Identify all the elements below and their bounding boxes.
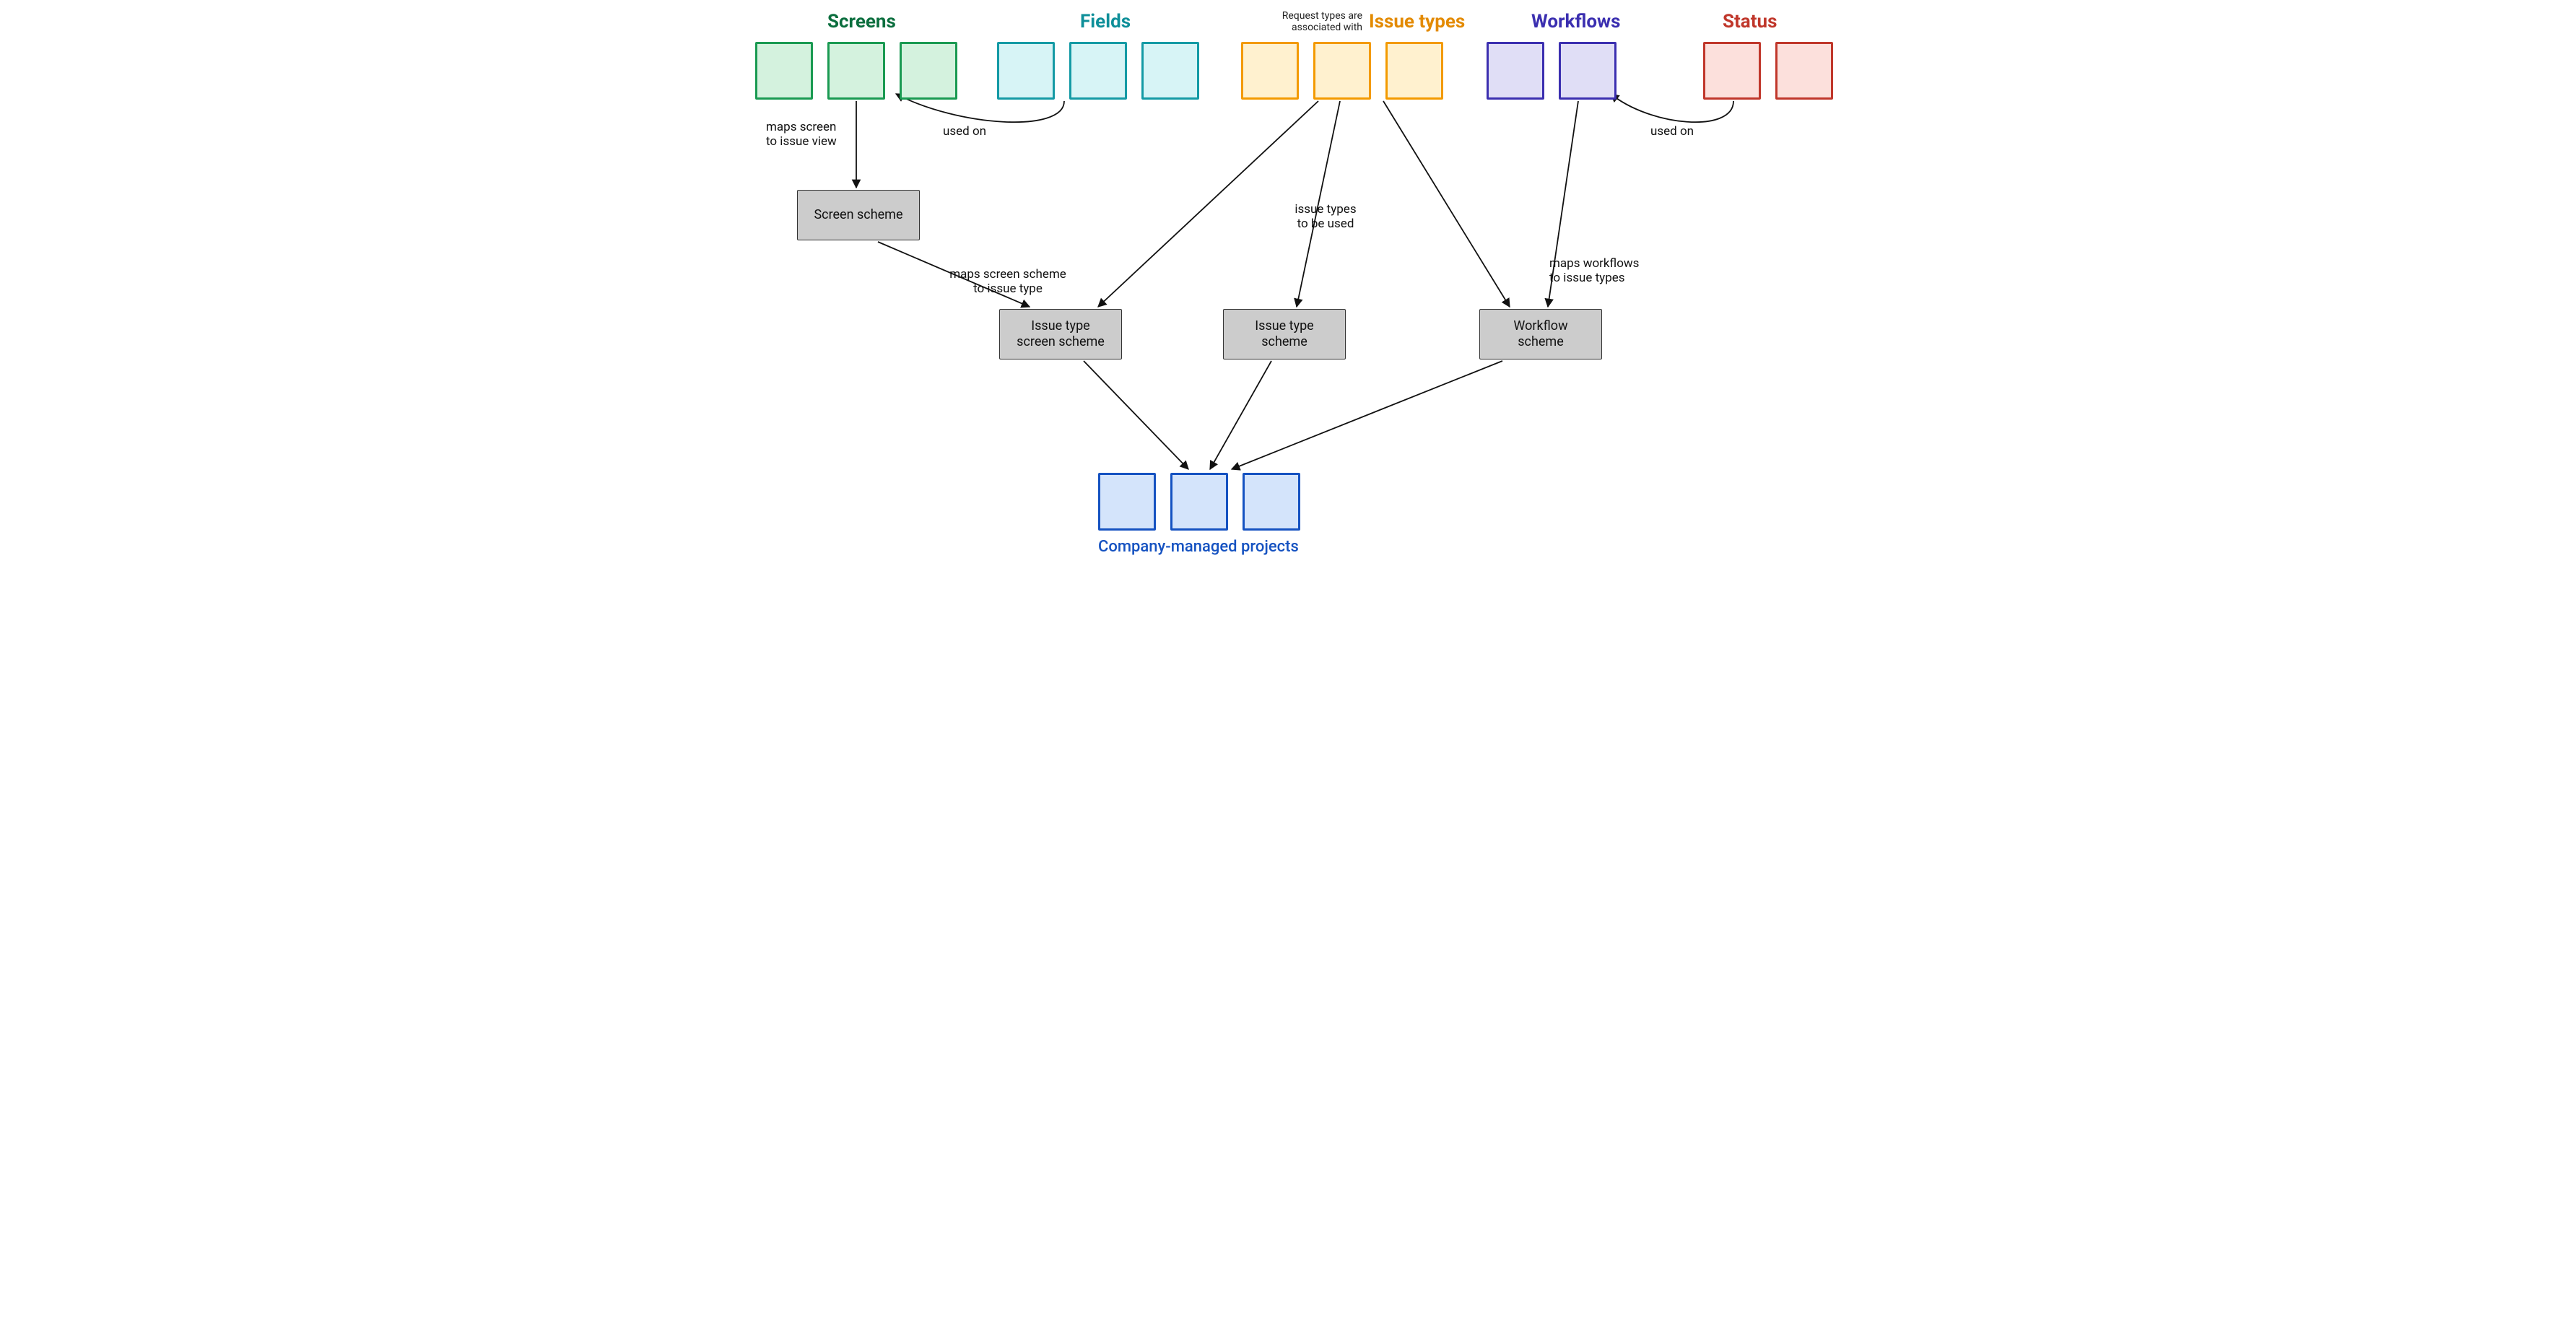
edge-itss-to-projects (1084, 361, 1188, 469)
heading-status: Status (1723, 11, 1777, 32)
diagram-stage: Screens Fields Request types are associa… (741, 0, 1835, 567)
edge-its-to-projects (1210, 361, 1271, 469)
screen-scheme-box: Screen scheme (797, 190, 920, 240)
fields-box (1141, 42, 1199, 100)
screens-box (900, 42, 957, 100)
label-field-used-on-screen: used on (943, 124, 986, 139)
label-workflow-to-wfs: maps workflows to issue types (1549, 256, 1658, 286)
projects-box (1170, 473, 1228, 531)
issue-type-scheme-box: Issue type scheme (1223, 309, 1346, 359)
label-issuetype-to-its: issue types to be used (1289, 202, 1362, 232)
heading-workflows: Workflows (1531, 11, 1621, 32)
projects-box (1098, 473, 1156, 531)
status-box (1703, 42, 1761, 100)
edge-issuetype-to-itss (1098, 101, 1318, 307)
fields-box (1069, 42, 1127, 100)
workflows-box (1559, 42, 1616, 100)
workflow-scheme-box: Workflow scheme (1479, 309, 1602, 359)
issuetypes-box (1385, 42, 1443, 100)
workflows-box (1487, 42, 1544, 100)
edge-wfs-to-projects (1232, 361, 1502, 469)
edge-issuetype-to-wfs (1383, 101, 1510, 307)
issuetypes-side-note: Request types are associated with (1276, 10, 1362, 33)
screens-box (827, 42, 885, 100)
issuetypes-box (1313, 42, 1371, 100)
heading-projects: Company-managed projects (1098, 538, 1299, 556)
heading-fields: Fields (1080, 11, 1131, 32)
screens-box (755, 42, 813, 100)
heading-issuetypes: Issue types (1369, 11, 1465, 32)
label-screen-to-screen-scheme: maps screen to issue view (766, 120, 849, 149)
fields-box (997, 42, 1055, 100)
label-status-used-on-workflow: used on (1650, 124, 1694, 139)
issue-type-screen-scheme-box: Issue type screen scheme (999, 309, 1122, 359)
projects-box (1243, 473, 1300, 531)
issuetypes-box (1241, 42, 1299, 100)
status-box (1775, 42, 1833, 100)
label-screen-scheme-to-itss: maps screen scheme to issue type (943, 267, 1073, 297)
heading-screens: Screens (827, 11, 896, 32)
